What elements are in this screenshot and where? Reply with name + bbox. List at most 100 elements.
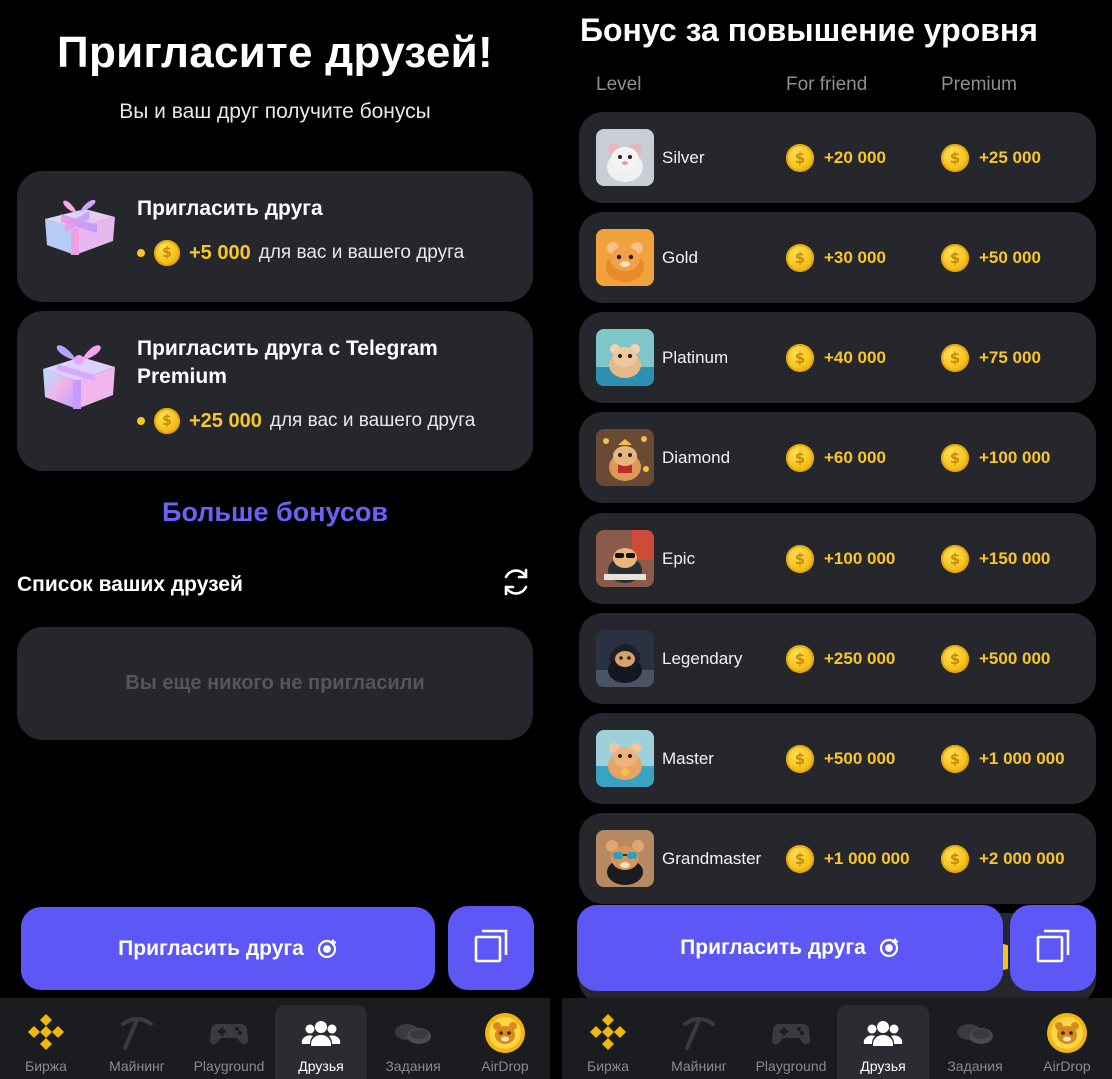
invite-reward: +5 000 для вас и вашего друга — [137, 240, 464, 266]
gift-icon — [37, 189, 121, 268]
nav-item-mining[interactable]: Майнинг — [91, 998, 183, 1079]
coin-icon — [786, 844, 814, 873]
level-avatar — [596, 830, 654, 887]
hamster-coin-icon — [1046, 1012, 1088, 1059]
friends-icon — [301, 1014, 341, 1059]
friend-bonus: +60 000 — [786, 412, 886, 503]
bonus-value: +100 000 — [979, 447, 1051, 467]
premium-bonus: +50 000 — [941, 212, 1041, 303]
coin-icon — [941, 644, 969, 673]
friend-bonus: +1 000 000 — [786, 813, 910, 904]
coin-icon — [941, 844, 969, 873]
nav-item-exchange[interactable]: Биржа — [562, 998, 654, 1079]
premium-bonus: +1 000 000 — [941, 713, 1065, 804]
invite-friend-button[interactable]: Пригласить друга — [21, 907, 435, 990]
column-header-friend: For friend — [786, 74, 868, 95]
bonus-value: +100 000 — [824, 548, 896, 568]
copy-icon — [1035, 928, 1071, 969]
page-title: Пригласите друзей! — [57, 28, 493, 77]
level-bonus-screen: Бонус за повышение уровня Level For frie… — [562, 0, 1112, 1079]
coin-icon — [941, 744, 969, 773]
bonus-value: +250 000 — [824, 648, 896, 668]
nav-label: AirDrop — [481, 1058, 529, 1074]
bullet-dot — [137, 417, 145, 425]
level-name: Platinum — [662, 348, 729, 367]
nav-label: Биржа — [25, 1058, 67, 1074]
level-avatar — [596, 530, 654, 587]
bullet-dot — [137, 249, 145, 257]
reward-text: для вас и вашего друга — [258, 242, 465, 263]
premium-bonus: +150 000 — [941, 513, 1050, 604]
nav-item-friends[interactable]: Друзья — [837, 1005, 929, 1079]
empty-state-text: Вы еще никого не пригласили — [125, 672, 425, 694]
invite-button-label: Пригласить друга — [118, 936, 304, 960]
coin-icon — [154, 408, 180, 434]
exchange-icon — [588, 1012, 628, 1057]
invite-premium-friend-card[interactable]: Пригласить друга с Telegram Premium +25 … — [17, 311, 533, 471]
gamepad-icon — [771, 1012, 811, 1057]
coin-icon — [941, 143, 969, 172]
friend-bonus: +20 000 — [786, 112, 886, 203]
more-bonuses-link[interactable]: Больше бонусов — [0, 497, 550, 528]
refresh-icon[interactable] — [499, 565, 533, 599]
copy-link-button[interactable] — [448, 906, 534, 990]
premium-bonus: +2 000 000 — [941, 813, 1065, 904]
level-row-master: Master +500 000 +1 000 000 — [579, 713, 1096, 804]
nav-item-airdrop[interactable]: AirDrop — [459, 998, 550, 1079]
premium-bonus: +75 000 — [941, 312, 1041, 403]
invite-plus-icon — [316, 938, 338, 960]
level-name: Gold — [662, 248, 698, 267]
bonus-value: +75 000 — [979, 347, 1041, 367]
exchange-icon — [26, 1012, 66, 1057]
coins-icon — [955, 1012, 995, 1057]
nav-item-tasks[interactable]: Задания — [367, 998, 459, 1079]
nav-label: Задания — [385, 1058, 441, 1074]
invite-friend-card[interactable]: Пригласить друга +5 000 для вас и вашего… — [17, 171, 533, 302]
nav-label: AirDrop — [1043, 1058, 1091, 1074]
level-row-epic: Epic +100 000 +150 000 — [579, 513, 1096, 604]
invite-button-label: Пригласить друга — [680, 936, 866, 959]
nav-item-airdrop[interactable]: AirDrop — [1021, 998, 1112, 1079]
nav-label: Друзья — [860, 1058, 906, 1074]
bonus-value: +50 000 — [979, 247, 1041, 267]
level-name: Diamond — [662, 448, 731, 467]
invite-card-title: Пригласить друга с Telegram Premium — [137, 337, 438, 388]
invite-friend-button[interactable]: Пригласить друга — [577, 905, 1003, 991]
nav-item-playground[interactable]: Playground — [183, 998, 275, 1079]
bonus-value: +2 000 000 — [979, 848, 1065, 868]
bonus-value: +40 000 — [824, 347, 886, 367]
friend-bonus: +40 000 — [786, 312, 886, 403]
bottom-navigation: Биржа Майнинг Playground Друзья Задания — [562, 998, 1112, 1079]
coin-icon — [786, 243, 814, 272]
nav-item-mining[interactable]: Майнинг — [653, 998, 745, 1079]
column-header-premium: Premium — [941, 74, 1018, 95]
invite-reward: +25 000 для вас и вашего друга — [137, 408, 475, 434]
coin-icon — [154, 240, 180, 266]
level-row-gold: Gold +30 000 +50 000 — [579, 212, 1096, 303]
level-row-diamond: Diamond +60 000 +100 000 — [579, 412, 1096, 503]
bonus-value: +150 000 — [979, 548, 1051, 568]
nav-label: Задания — [947, 1058, 1003, 1074]
friend-bonus: +250 000 — [786, 613, 895, 704]
bonus-value: +20 000 — [824, 147, 886, 167]
coin-icon — [941, 243, 969, 272]
level-name: Silver — [662, 148, 705, 167]
level-avatar — [596, 329, 654, 386]
nav-label: Playground — [755, 1058, 827, 1074]
nav-label: Биржа — [587, 1058, 629, 1074]
hamster-coin-icon — [484, 1012, 526, 1059]
nav-item-exchange[interactable]: Биржа — [0, 998, 92, 1079]
nav-item-tasks[interactable]: Задания — [929, 998, 1021, 1079]
friends-list-empty: Вы еще никого не пригласили — [17, 627, 533, 740]
coin-icon — [786, 544, 814, 573]
nav-item-playground[interactable]: Playground — [745, 998, 837, 1079]
coin-icon — [786, 343, 814, 372]
bonus-value: +30 000 — [824, 247, 886, 267]
invite-plus-icon — [878, 937, 900, 959]
copy-link-button[interactable] — [1010, 905, 1096, 991]
nav-item-friends[interactable]: Друзья — [275, 1005, 367, 1079]
reward-amount: +5 000 — [189, 241, 251, 264]
nav-label: Друзья — [298, 1058, 344, 1074]
friends-list-title: Список ваших друзей — [17, 573, 243, 596]
invite-card-title: Пригласить друга — [137, 197, 323, 220]
